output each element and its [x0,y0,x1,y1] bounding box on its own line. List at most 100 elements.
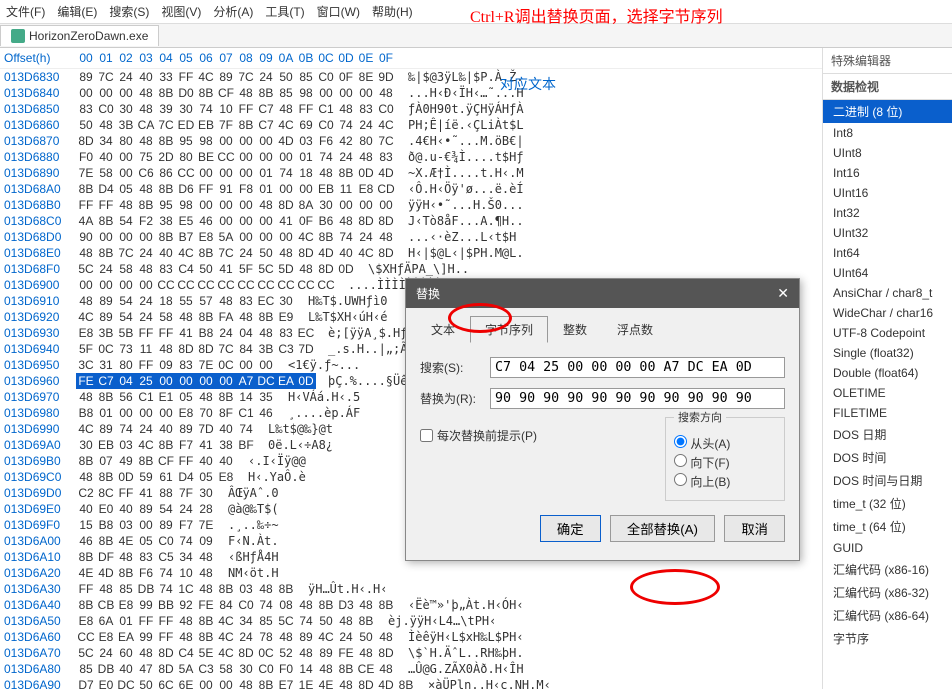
bytes-cell[interactable]: 4C89742440897D4074 [76,421,256,437]
bytes-cell[interactable]: 8D3480488B95980000004D03F642807C [76,133,396,149]
type-item[interactable]: Int64 [823,243,952,263]
type-item[interactable]: 汇编代码 (x86-16) [823,558,952,581]
dir-down[interactable]: 向下(F) [674,454,776,471]
type-item[interactable]: time_t (32 位) [823,492,952,515]
hex-row[interactable]: 013D68B0FFFF488B9598000000488D8A30000000… [0,197,822,213]
menu-item[interactable]: 编辑(E) [57,3,97,20]
bytes-cell[interactable]: 5F0C7311488D8D7C843BC37D [76,341,316,357]
hex-row[interactable]: 013D6A30FF4885DB741C488B03488BÿH…Ût.H‹.H… [0,581,822,597]
type-item[interactable]: 字节序 [823,627,952,650]
bytes-cell[interactable]: F04000752D80BECC0000000174244883 [76,149,396,165]
hex-row[interactable]: 013D68E0488B7C24404C8B7C2450488D4D404C8D… [0,245,822,261]
cancel-button[interactable]: 取消 [724,515,785,542]
hex-row[interactable]: 013D6830897C244033FF4C897C245085C00F8E9D… [0,69,822,85]
bytes-cell[interactable]: E86A01FFFF488B4C34855C7450488B [76,613,376,629]
type-item[interactable]: UInt8 [823,143,952,163]
type-item[interactable]: DOS 时间与日期 [823,469,952,492]
hex-row[interactable]: 013D6A408BCBE899BB92FE84C07408488BD3488B… [0,597,822,613]
type-item[interactable]: UInt32 [823,223,952,243]
bytes-cell[interactable]: 488B7C24404C8B7C2450488D4D404C8D [76,245,396,261]
bytes-cell[interactable]: 7E5800C686CC000000017418488B0D4D [76,165,396,181]
type-item[interactable]: Double (float64) [823,363,952,383]
bytes-cell[interactable]: D7E0DC506C6E0000488BE71E4E488D4D8B [76,677,416,689]
bytes-cell[interactable]: 897C244033FF4C897C245085C00F8E9D [76,69,396,85]
type-item[interactable]: Int16 [823,163,952,183]
hex-row[interactable]: 013D6880F04000752D80BECC0000000174244883… [0,149,822,165]
hex-row[interactable]: 013D6840000000488BD08BCF488B859800000048… [0,85,822,101]
bytes-cell[interactable]: 83C0304839307410FFC748FFC14883C0 [76,101,396,117]
type-item[interactable]: DOS 时间 [823,446,952,469]
type-item[interactable]: Single (float32) [823,343,952,363]
bytes-cell[interactable]: 30EB034C8BF74138BF [76,437,256,453]
dir-up[interactable]: 向上(B) [674,473,776,490]
type-item[interactable]: UInt64 [823,263,952,283]
bytes-cell[interactable]: 5C24584883C450415F5C5D488D0D [76,261,356,277]
search-input[interactable] [490,357,785,378]
bytes-cell[interactable]: 488B56C1E105488B1435 [76,389,276,405]
bytes-cell[interactable]: 000000488BD08BCF488B859800000048 [76,85,396,101]
replace-input[interactable] [490,388,785,409]
prompt-checkbox[interactable] [420,429,433,442]
bytes-cell[interactable]: 4C89542458488BFA488BE9 [76,309,296,325]
hex-row[interactable]: 013D6A204E4D8BF6741048NM‹öt.H [0,565,822,581]
hex-row[interactable]: 013D6A705C2460488DC45E4C8D0C524889FE488D… [0,645,822,661]
bytes-cell[interactable]: 468B4E05C07409 [76,533,216,549]
type-item[interactable]: Int8 [823,123,952,143]
bytes-cell[interactable]: 488954241855574883EC30 [76,293,296,309]
bytes-cell[interactable]: FF4885DB741C488B03488B [76,581,296,597]
bytes-cell[interactable]: E83B5BFFFF41B824044883EC [76,325,316,341]
hex-row[interactable]: 013D68708D3480488B95980000004D03F642807C… [0,133,822,149]
hex-row[interactable]: 013D6A90D7E0DC506C6E0000488BE71E4E488D4D… [0,677,822,689]
close-icon[interactable]: ✕ [777,285,789,302]
bytes-cell[interactable]: 8BDF4883C53448 [76,549,216,565]
bytes-cell[interactable]: FFFF488B9598000000488D8A30000000 [76,197,396,213]
hex-row[interactable]: 013D68907E5800C686CC000000017418488B0D4D… [0,165,822,181]
bytes-cell[interactable]: 15B8030089F77E [76,517,216,533]
bytes-cell[interactable]: 4A8B54F238E546000000410FB6488D8D [76,213,396,229]
type-item[interactable]: OLETIME [823,383,952,403]
dialog-tab[interactable]: 字节序列 [470,316,548,343]
type-item[interactable]: AnsiChar / char8_t [823,283,952,303]
menu-item[interactable]: 工具(T) [265,3,304,20]
bytes-cell[interactable]: 4E4D8BF6741048 [76,565,216,581]
type-item[interactable]: GUID [823,538,952,558]
dir-from-top[interactable]: 从头(A) [674,435,776,452]
replace-all-button[interactable]: 全部替换(A) [610,515,715,542]
dialog-tab[interactable]: 整数 [548,316,602,343]
type-item[interactable]: DOS 日期 [823,423,952,446]
type-item[interactable]: FILETIME [823,403,952,423]
type-item[interactable]: 二进制 (8 位) [823,100,952,123]
bytes-cell[interactable]: 8BCBE899BB92FE84C07408488BD3488B [76,597,396,613]
bytes-cell[interactable]: C28CFF41887F30 [76,485,216,501]
hex-row[interactable]: 013D686050483BCA7CEDEB7F8BC74C69C074244C… [0,117,822,133]
menu-item[interactable]: 帮助(H) [372,3,413,20]
bytes-cell[interactable]: 900000008BB7E85A0000004C8B742448 [76,229,396,245]
hex-row[interactable]: 013D6A50E86A01FFFF488B4C34855C7450488Bèj… [0,613,822,629]
dialog-tab[interactable]: 文本 [416,316,470,343]
menu-item[interactable]: 搜索(S) [109,3,149,20]
hex-row[interactable]: 013D685083C0304839307410FFC748FFC14883C0… [0,101,822,117]
type-item[interactable]: WideChar / char16 [823,303,952,323]
menu-item[interactable]: 窗口(W) [317,3,360,20]
bytes-cell[interactable]: CCE8EA99FF488B4C247848894C245048 [76,629,396,645]
bytes-cell[interactable]: 00000000CCCCCCCCCCCCCCCCCC [76,277,336,293]
hex-row[interactable]: 013D68C04A8B54F238E546000000410FB6488D8D… [0,213,822,229]
type-item[interactable]: time_t (64 位) [823,515,952,538]
bytes-cell[interactable]: 488B0D5961D405E8 [76,469,236,485]
file-tab[interactable]: HorizonZeroDawn.exe [0,25,159,46]
hex-row[interactable]: 013D68A08BD405488BD6FF91F8010000EB11E8CD… [0,181,822,197]
bytes-cell[interactable]: 40E04089542428 [76,501,216,517]
hex-row[interactable]: 013D68F05C24584883C450415F5C5D488D0D\$XH… [0,261,822,277]
ok-button[interactable]: 确定 [540,515,601,542]
type-item[interactable]: UTF-8 Codepoint [823,323,952,343]
bytes-cell[interactable]: FEC7042500000000A7DCEA0D [76,373,316,389]
bytes-cell[interactable]: 8BD405488BD6FF91F8010000EB11E8CD [76,181,396,197]
type-item[interactable]: Int32 [823,203,952,223]
dialog-tab[interactable]: 浮点数 [602,316,668,343]
menu-item[interactable]: 分析(A) [213,3,253,20]
type-item[interactable]: UInt16 [823,183,952,203]
type-item[interactable]: 汇编代码 (x86-64) [823,604,952,627]
hex-row[interactable]: 013D6A8085DB40478D5AC35830C0F014488BCE48… [0,661,822,677]
bytes-cell[interactable]: 3C3180FF09837E0C0000 [76,357,276,373]
menu-item[interactable]: 文件(F) [6,3,45,20]
